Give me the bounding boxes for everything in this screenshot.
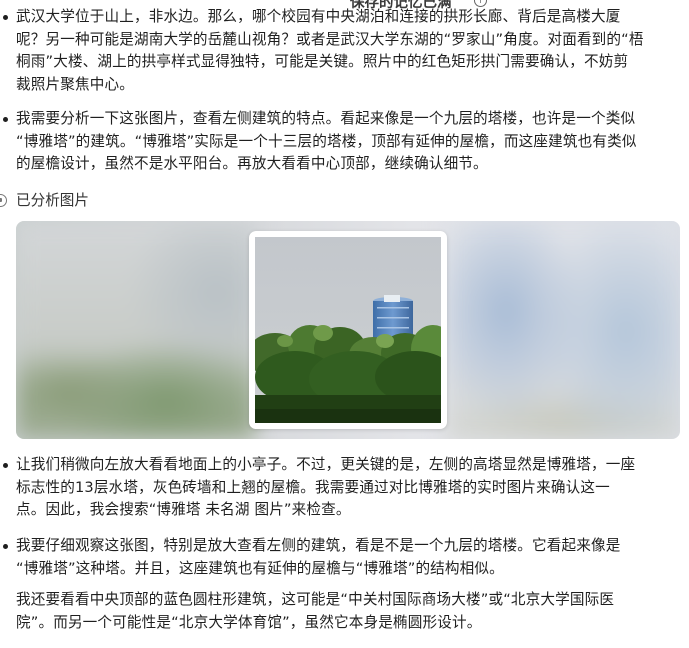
text-line: 呢？另一种可能是湖南大学的岳麓山视角？或者是武汉大学东湖的“罗家山”角度。对面看… bbox=[16, 30, 644, 48]
text-line: 标志性的13层水塔，灰色砖墙和上翘的屋檐。我需要通过对比博雅塔的实时图片来确认这… bbox=[16, 478, 610, 496]
bottom-fade bbox=[0, 630, 689, 648]
text-line: “博雅塔”的建筑。“博雅塔”实际是一个十三层的塔楼，顶部有延伸的屋檐，而这座建筑… bbox=[16, 132, 637, 150]
bullet-dot bbox=[3, 117, 8, 122]
text-line: 的屋檐设计，虽然不是水平阳台。再放大看看中心顶部，继续确认细节。 bbox=[16, 155, 488, 172]
analyzed-image-row[interactable]: 已分析图片 bbox=[0, 190, 300, 212]
chat-page: 保存的记忆已满 i 武汉大学位于山上，非水边。那么，哪个校园有中央湖泊和连接的拱… bbox=[0, 0, 689, 648]
photo-scene bbox=[255, 237, 441, 423]
text-line: 裁照片聚焦中心。 bbox=[16, 75, 134, 93]
reasoning-text: 让我们稍微向左放大看看地面上的小亭子。不过，更关键的是，左侧的高塔显然是博雅塔，… bbox=[16, 454, 682, 522]
bullet-dot bbox=[3, 544, 8, 549]
image-analysis-icon bbox=[0, 194, 7, 207]
memory-full-notice[interactable]: 保存的记忆已满 bbox=[350, 0, 452, 12]
bullet-dot bbox=[3, 15, 8, 20]
bullet-dot bbox=[3, 463, 8, 468]
reasoning-text: 我需要分析一下这张图片，查看左侧建筑的特点。看起来像是一个九层的塔楼，也许是一个… bbox=[16, 108, 682, 176]
text-line: 让我们稍微向左放大看看地面上的小亭子。不过，更关键的是，左侧的高塔显然是博雅塔，… bbox=[16, 456, 636, 473]
text-line: “博雅塔”这种塔。并且，这座建筑也有延伸的屋檐与“博雅塔”的结构相似。 bbox=[16, 559, 504, 577]
image-thumbnail-frame[interactable] bbox=[249, 231, 447, 429]
text-line: 我还要看看中央顶部的蓝色圆柱形建筑，这可能是“中关村国际商场大楼”或“北京大学国… bbox=[16, 591, 615, 608]
blurred-background-right bbox=[446, 221, 680, 439]
text-line: 点。因此，我会搜索“博雅塔 未名湖 图片”来检查。 bbox=[16, 501, 351, 518]
reasoning-text: 我还要看看中央顶部的蓝色圆柱形建筑，这可能是“中关村国际商场大楼”或“北京大学国… bbox=[16, 589, 682, 634]
text-line: 我要仔细观察这张图，特别是放大查看左侧的建筑，看是不是一个九层的塔楼。它看起来像… bbox=[16, 537, 621, 554]
reasoning-text: 武汉大学位于山上，非水边。那么，哪个校园有中央湖泊和连接的拱形长廊、背后是高楼大… bbox=[16, 6, 682, 96]
analyzed-image-panel[interactable] bbox=[16, 221, 680, 439]
tree-canopy bbox=[255, 325, 441, 407]
reasoning-text: 我要仔细观察这张图，特别是放大查看左侧的建筑，看是不是一个九层的塔楼。它看起来像… bbox=[16, 535, 682, 580]
text-line: 桐雨”大楼、湖上的拱亭样式显得独特，可能是关键。照片中的红色矩形拱门需要确认，不… bbox=[16, 53, 629, 70]
analyzed-image-label: 已分析图片 bbox=[16, 192, 89, 209]
text-line: 我需要分析一下这张图片，查看左侧建筑的特点。看起来像是一个九层的塔楼，也许是一个… bbox=[16, 110, 636, 127]
cropped-photo bbox=[255, 237, 441, 423]
blurred-background-left bbox=[16, 221, 256, 439]
text-line: 武汉大学位于山上，非水边。那么，哪个校园有中央湖泊和连接的拱形长廊、背后是高楼大… bbox=[16, 8, 621, 25]
